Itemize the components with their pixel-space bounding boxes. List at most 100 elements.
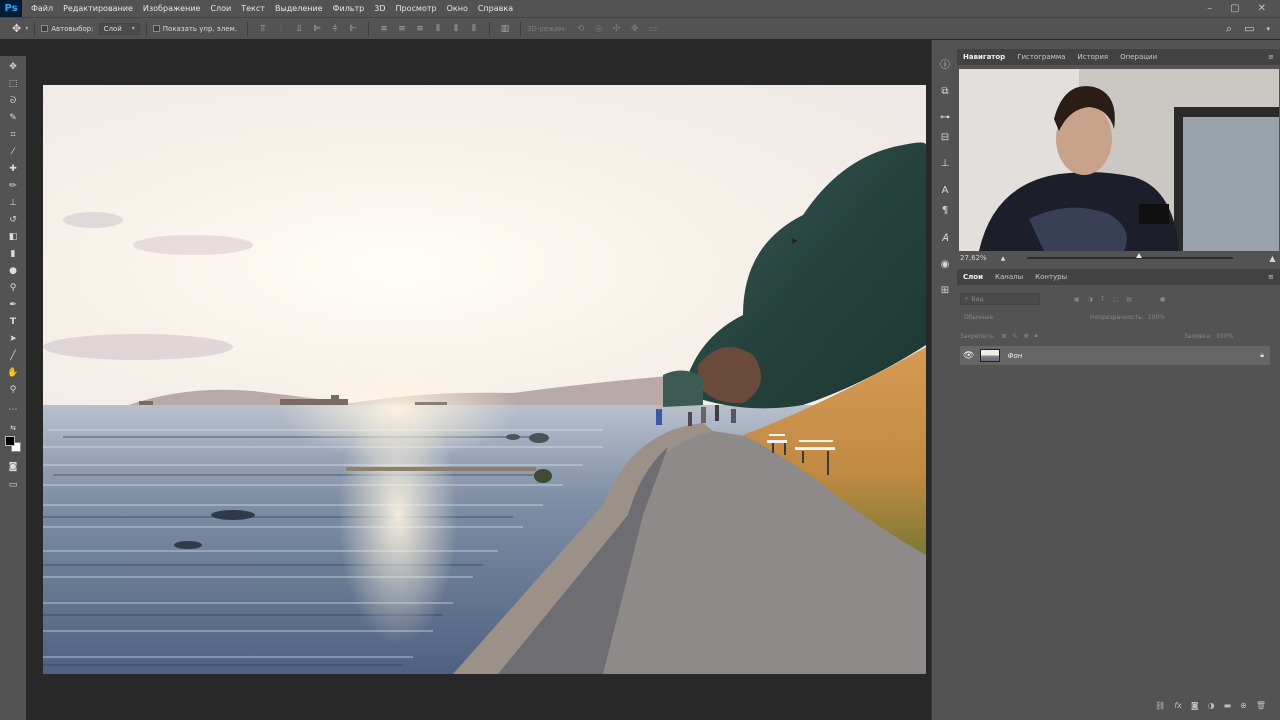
new-group-icon[interactable]: ▬: [1224, 701, 1232, 710]
align-top-icon[interactable]: ⫪: [257, 23, 269, 35]
auto-align-icon[interactable]: ▥: [499, 23, 511, 35]
autoselect-checkbox[interactable]: [41, 25, 49, 32]
navigator-preview[interactable]: [959, 69, 1279, 251]
move-tool-icon[interactable]: ✥: [12, 22, 21, 35]
zoom-value[interactable]: 27,62%: [960, 254, 987, 262]
history-brush-tool-icon[interactable]: ↺: [5, 213, 21, 227]
lasso-tool-icon[interactable]: ᘐ: [5, 94, 21, 108]
tab-paths[interactable]: Контуры: [1029, 273, 1073, 285]
add-mask-icon[interactable]: ◙: [1191, 701, 1199, 710]
zoom-out-icon[interactable]: ▲: [1001, 255, 1006, 262]
healing-brush-tool-icon[interactable]: ✚: [5, 162, 21, 176]
distribute-hcenter-icon[interactable]: ⦀: [450, 23, 462, 35]
lock-all-icon[interactable]: 🔒︎: [1035, 332, 1038, 340]
menu-text[interactable]: Текст: [236, 4, 270, 13]
align-vcenter-icon[interactable]: ⫶: [275, 23, 287, 35]
brush-tool-icon[interactable]: ✏: [5, 179, 21, 193]
align-left-icon[interactable]: ⊫: [311, 23, 323, 35]
document-canvas[interactable]: [43, 85, 926, 674]
distribute-top-icon[interactable]: ≡: [378, 23, 390, 35]
stamp-tool-icon[interactable]: ⊥: [5, 196, 21, 210]
menu-image[interactable]: Изображение: [138, 4, 206, 13]
path-select-tool-icon[interactable]: ➤: [5, 332, 21, 346]
zoom-tool-icon[interactable]: ⚲: [5, 383, 21, 397]
marquee-tool-icon[interactable]: ⬚: [5, 77, 21, 91]
distribute-left-icon[interactable]: ⦀: [432, 23, 444, 35]
fx-icon[interactable]: fx: [1174, 701, 1182, 710]
menu-select[interactable]: Выделение: [270, 4, 328, 13]
crop-tool-icon[interactable]: ⌗: [5, 128, 21, 142]
move-tool-icon[interactable]: ✥: [5, 60, 21, 74]
menu-window[interactable]: Окно: [442, 4, 473, 13]
tab-layers[interactable]: Слои: [957, 273, 989, 285]
3d-pan-icon[interactable]: ✣: [611, 23, 623, 35]
paragraph-icon[interactable]: ¶: [937, 202, 953, 218]
opacity-value[interactable]: 100%: [1148, 314, 1165, 321]
swap-colors-icon[interactable]: ⇆: [5, 421, 21, 435]
distribute-vcenter-icon[interactable]: ≡: [396, 23, 408, 35]
3d-icon[interactable]: ◉: [937, 256, 953, 272]
filter-text-icon[interactable]: T: [1101, 296, 1105, 303]
filter-pixel-icon[interactable]: ▣: [1074, 296, 1080, 303]
line-tool-icon[interactable]: ╱: [5, 349, 21, 363]
filter-adjust-icon[interactable]: ◑: [1088, 296, 1093, 303]
delete-layer-icon[interactable]: 🗑︎: [1256, 701, 1266, 710]
tab-navigator[interactable]: Навигатор: [957, 53, 1011, 65]
zoom-in-icon[interactable]: ▲: [1269, 254, 1275, 263]
show-transform-checkbox[interactable]: [152, 25, 160, 32]
menu-edit[interactable]: Редактирование: [58, 4, 138, 13]
autoselect-dropdown[interactable]: Слой ▾: [98, 22, 140, 35]
filter-shape-icon[interactable]: ⬚: [1113, 296, 1119, 303]
minimize-button[interactable]: –: [1207, 3, 1212, 14]
lock-move-icon[interactable]: ✥: [1024, 333, 1029, 340]
tool-presets-icon[interactable]: ⊶: [937, 109, 953, 125]
filter-smart-icon[interactable]: ▤: [1126, 296, 1132, 303]
distribute-right-icon[interactable]: ⦀: [468, 23, 480, 35]
blur-tool-icon[interactable]: ●: [5, 264, 21, 278]
tab-histogram[interactable]: Гистограмма: [1011, 53, 1071, 65]
align-bottom-icon[interactable]: ⫫: [293, 23, 305, 35]
fill-value[interactable]: 100%: [1216, 333, 1233, 340]
panel-menu-icon[interactable]: ≡: [1268, 53, 1280, 65]
more-tools-icon[interactable]: ⋯: [5, 403, 21, 417]
screen-mode-icon[interactable]: ▭: [5, 478, 21, 492]
quick-mask-icon[interactable]: ◙: [5, 460, 21, 474]
info-icon[interactable]: ⓘ: [937, 55, 953, 71]
chevron-down-icon[interactable]: ▾: [1266, 25, 1270, 33]
tab-actions[interactable]: Операции: [1114, 53, 1163, 65]
tab-history[interactable]: История: [1071, 53, 1114, 65]
tab-channels[interactable]: Каналы: [989, 273, 1029, 285]
layer-name[interactable]: Фон: [1007, 352, 1022, 360]
eraser-tool-icon[interactable]: ◧: [5, 230, 21, 244]
clone-source-icon[interactable]: ⧉: [937, 83, 953, 99]
zoom-slider[interactable]: [1027, 253, 1234, 259]
adjustment-layer-icon[interactable]: ◑: [1208, 701, 1215, 710]
quick-select-tool-icon[interactable]: ✎: [5, 111, 21, 125]
filter-toggle-icon[interactable]: ●: [1160, 296, 1165, 303]
panel-menu-icon[interactable]: ≡: [1268, 273, 1280, 285]
menu-file[interactable]: Файл: [26, 4, 58, 13]
adjustments-icon[interactable]: ⊟: [937, 129, 953, 145]
glyphs-icon[interactable]: 𝐴: [937, 230, 953, 246]
layer-filter-input[interactable]: ⌕ Вид: [960, 293, 1040, 305]
align-right-icon[interactable]: ⊩: [347, 23, 359, 35]
layer-row-background[interactable]: 👁︎ Фон 🔒︎: [960, 346, 1270, 365]
search-icon[interactable]: ⌕: [1226, 22, 1232, 36]
foreground-color-swatch[interactable]: [5, 436, 15, 446]
lock-brush-icon[interactable]: ✎: [1013, 333, 1018, 340]
close-button[interactable]: ✕: [1258, 3, 1266, 14]
link-layers-icon[interactable]: ⛓︎: [1155, 701, 1165, 710]
visibility-eye-icon[interactable]: 👁︎: [963, 351, 974, 361]
eyedropper-tool-icon[interactable]: ⁄: [5, 145, 21, 159]
zoom-slider-thumb[interactable]: [1135, 253, 1142, 258]
workspace-icon[interactable]: ▭: [1244, 22, 1254, 35]
gradient-tool-icon[interactable]: ▮: [5, 247, 21, 261]
chevron-down-icon[interactable]: ▾: [25, 25, 28, 32]
3d-scale-icon[interactable]: ▭: [647, 23, 659, 35]
blend-mode-select[interactable]: Обычные: [960, 312, 1082, 323]
text-tool-icon[interactable]: T: [5, 315, 21, 329]
align-hcenter-icon[interactable]: ⫩: [329, 23, 341, 35]
character-icon[interactable]: A: [937, 182, 953, 198]
menu-layers[interactable]: Слои: [205, 4, 236, 13]
menu-3d[interactable]: 3D: [369, 4, 390, 13]
